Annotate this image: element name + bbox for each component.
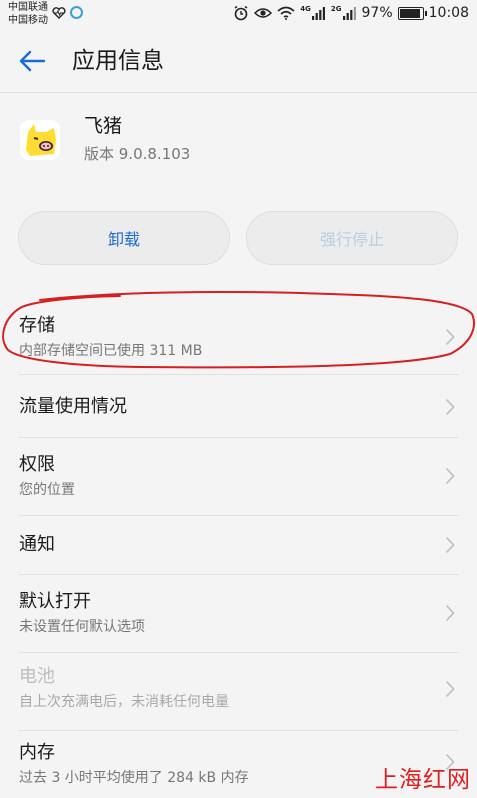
- battery-title: 电池: [19, 666, 55, 687]
- status-bar: 中国联通 中国移动 4G 2G 97% 10:08: [0, 0, 477, 30]
- sync-ring-icon: [70, 6, 83, 19]
- notifications-item[interactable]: 通知: [0, 516, 477, 574]
- carrier-1: 中国联通: [8, 2, 48, 13]
- battery-percent: 97%: [361, 5, 393, 21]
- health-heart-icon: [52, 6, 66, 19]
- permissions-title: 权限: [19, 454, 55, 475]
- page-title: 应用信息: [72, 48, 164, 74]
- storage-item[interactable]: 存储 内部存储空间已使用 311 MB: [0, 286, 477, 376]
- fliggy-pig-icon: [20, 120, 60, 160]
- force-stop-button[interactable]: 强行停止: [246, 211, 458, 265]
- carrier-2: 中国移动: [8, 15, 48, 26]
- carrier-labels: 中国联通 中国移动: [8, 1, 48, 27]
- uninstall-button[interactable]: 卸载: [18, 211, 230, 265]
- memory-title: 内存: [19, 742, 55, 763]
- memory-subtitle: 过去 3 小时平均使用了 284 kB 内存: [19, 770, 249, 786]
- notifications-title: 通知: [19, 534, 55, 555]
- storage-subtitle: 内部存储空间已使用 311 MB: [19, 343, 203, 359]
- battery-item[interactable]: 电池 自上次充满电后，未消耗任何电量: [0, 653, 477, 730]
- permissions-item[interactable]: 权限 您的位置: [0, 438, 477, 515]
- chevron-right-icon: [445, 467, 455, 485]
- open-by-default-title: 默认打开: [19, 591, 91, 612]
- chevron-right-icon: [445, 536, 455, 554]
- data-usage-title: 流量使用情况: [19, 396, 127, 417]
- chevron-right-icon: [445, 328, 455, 346]
- open-by-default-item[interactable]: 默认打开 未设置任何默认选项: [0, 575, 477, 652]
- permissions-subtitle: 您的位置: [19, 482, 75, 498]
- open-by-default-subtitle: 未设置任何默认选项: [19, 619, 145, 635]
- status-time: 10:08: [428, 5, 469, 21]
- chevron-right-icon: [445, 680, 455, 698]
- app-bar: 应用信息: [0, 30, 477, 92]
- network-type-1: 4G: [300, 5, 311, 13]
- chevron-right-icon: [445, 398, 455, 416]
- chevron-right-icon: [445, 604, 455, 622]
- app-info: 飞猪 版本 9.0.8.103: [0, 95, 477, 195]
- signal-icon-1: [311, 7, 325, 20]
- battery-icon: [397, 6, 427, 20]
- app-name: 飞猪: [84, 115, 123, 137]
- back-button[interactable]: [16, 46, 48, 76]
- alarm-icon: [234, 5, 248, 21]
- wifi-icon: [277, 6, 295, 20]
- watermark-text: 上海红网: [375, 767, 471, 793]
- battery-subtitle: 自上次充满电后，未消耗任何电量: [19, 694, 229, 710]
- signal-icon-2: [342, 7, 356, 20]
- battery-fill: [399, 8, 420, 18]
- eye-comfort-icon: [254, 8, 273, 18]
- back-arrow-icon: [19, 50, 46, 72]
- app-version: 版本 9.0.8.103: [84, 145, 191, 163]
- data-usage-item[interactable]: 流量使用情况: [0, 375, 477, 437]
- storage-title: 存储: [19, 315, 55, 336]
- header-divider: [0, 92, 477, 93]
- network-type-2: 2G: [330, 5, 342, 13]
